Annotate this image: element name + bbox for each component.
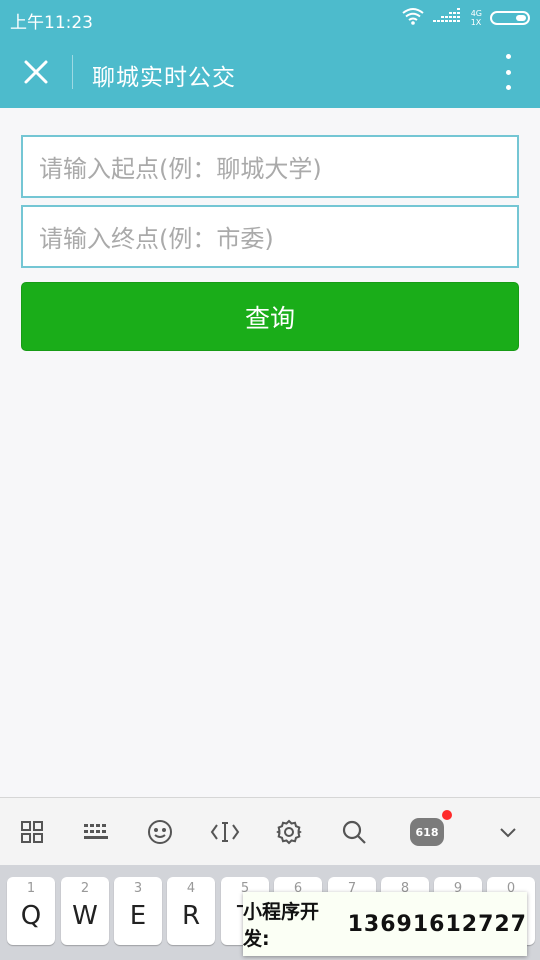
key-e[interactable]: 3 E [114,877,162,945]
battery-icon [490,11,530,25]
network-1x: 1X [470,18,482,27]
key-w-number: 2 [80,881,90,896]
end-placeholder: 请输入终点(例：市委) [39,225,274,253]
start-placeholder: 请输入起点(例：聊城大学) [39,155,322,183]
chevron-down-icon[interactable] [488,812,528,852]
key-e-number: 3 [133,881,143,896]
key-w-letter: W [72,901,98,931]
header-divider [72,55,73,89]
page-title: 聊城实时公交 [92,65,236,91]
wifi-icon [401,7,425,29]
end-input[interactable]: 请输入终点(例：市委) [21,205,519,268]
mi-618-icon[interactable]: 618 [407,810,452,852]
query-button-label: 查询 [244,303,295,333]
promo-phone: 13691612727 [347,911,527,937]
gear-icon[interactable] [269,812,309,852]
close-icon[interactable] [16,52,56,92]
signal-icon [432,8,463,28]
query-button[interactable]: 查询 [21,282,519,351]
network-4g: 4G [470,9,482,18]
emoji-icon[interactable] [140,812,180,852]
key-r[interactable]: 4 R [167,877,215,945]
notification-dot [442,810,452,820]
key-q-letter: Q [20,901,42,931]
key-w[interactable]: 2 W [61,877,109,945]
key-r-number: 4 [186,881,196,896]
key-q-number: 1 [26,881,36,896]
keyboard-icon[interactable] [76,812,116,852]
key-e-letter: E [129,901,147,931]
app-header: 聊城实时公交 [0,36,540,108]
keyboard-toolbar: 618 [0,797,540,865]
status-icons: 4G 1X [401,8,530,28]
more-vertical-icon[interactable] [498,54,518,90]
status-time: 上午11:23 [10,13,93,33]
cursor-icon[interactable] [205,812,245,852]
mi-618-label: 618 [415,825,439,839]
key-q[interactable]: 1 Q [7,877,55,945]
grid-icon[interactable] [12,812,52,852]
network-labels: 4G 1X [471,9,482,27]
status-bar: 上午11:23 4G 1X [0,0,540,36]
search-icon[interactable] [334,812,374,852]
promo-label: 小程序开发: [243,901,320,950]
promo-banner: 小程序开发: 13691612727 [243,892,527,956]
start-input[interactable]: 请输入起点(例：聊城大学) [21,135,519,198]
key-r-letter: R [181,901,201,931]
